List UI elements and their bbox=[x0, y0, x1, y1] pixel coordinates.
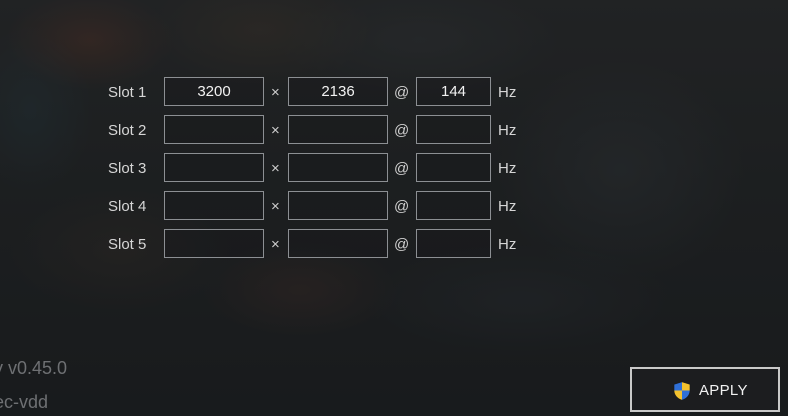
refresh-rate-input[interactable] bbox=[416, 153, 491, 182]
times-separator: × bbox=[271, 236, 280, 253]
at-separator: @ bbox=[394, 84, 410, 101]
height-input[interactable] bbox=[288, 153, 388, 182]
refresh-rate-input[interactable] bbox=[416, 191, 491, 220]
height-input[interactable] bbox=[288, 191, 388, 220]
height-input[interactable] bbox=[288, 229, 388, 258]
apply-button-label: APPLY bbox=[699, 382, 748, 399]
hz-unit-label: Hz bbox=[498, 198, 517, 215]
refresh-rate-input[interactable] bbox=[416, 229, 491, 258]
width-input[interactable] bbox=[164, 153, 264, 182]
at-separator: @ bbox=[394, 122, 410, 139]
at-separator: @ bbox=[394, 236, 410, 253]
hz-unit-label: Hz bbox=[498, 160, 517, 177]
slot-row-1: Slot 1 × @ Hz bbox=[0, 77, 560, 108]
times-separator: × bbox=[271, 160, 280, 177]
width-input[interactable] bbox=[164, 229, 264, 258]
app-window: Slot 1 × @ Hz Slot 2 × @ Hz Slot 3 × @ H… bbox=[0, 0, 788, 416]
uac-shield-icon bbox=[673, 381, 691, 401]
refresh-rate-input[interactable] bbox=[416, 115, 491, 144]
width-input[interactable] bbox=[164, 115, 264, 144]
slot-row-2: Slot 2 × @ Hz bbox=[0, 115, 560, 146]
hz-unit-label: Hz bbox=[498, 236, 517, 253]
slot-label: Slot 2 bbox=[108, 122, 147, 139]
slot-row-3: Slot 3 × @ Hz bbox=[0, 153, 560, 184]
slot-label: Slot 5 bbox=[108, 236, 147, 253]
slot-label: Slot 4 bbox=[108, 198, 147, 215]
width-input[interactable] bbox=[164, 77, 264, 106]
times-separator: × bbox=[271, 122, 280, 139]
slot-label: Slot 1 bbox=[108, 84, 147, 101]
hz-unit-label: Hz bbox=[498, 84, 517, 101]
repo-link[interactable]: ec-vdd bbox=[0, 392, 48, 412]
times-separator: × bbox=[271, 84, 280, 101]
slot-row-4: Slot 4 × @ Hz bbox=[0, 191, 560, 222]
version-text: y v0.45.0 bbox=[0, 358, 68, 378]
slot-label: Slot 3 bbox=[108, 160, 147, 177]
hz-unit-label: Hz bbox=[498, 122, 517, 139]
height-input[interactable] bbox=[288, 115, 388, 144]
height-input[interactable] bbox=[288, 77, 388, 106]
at-separator: @ bbox=[394, 198, 410, 215]
times-separator: × bbox=[271, 198, 280, 215]
slot-row-5: Slot 5 × @ Hz bbox=[0, 229, 560, 260]
at-separator: @ bbox=[394, 160, 410, 177]
width-input[interactable] bbox=[164, 191, 264, 220]
apply-button[interactable]: APPLY bbox=[630, 367, 780, 412]
refresh-rate-input[interactable] bbox=[416, 77, 491, 106]
